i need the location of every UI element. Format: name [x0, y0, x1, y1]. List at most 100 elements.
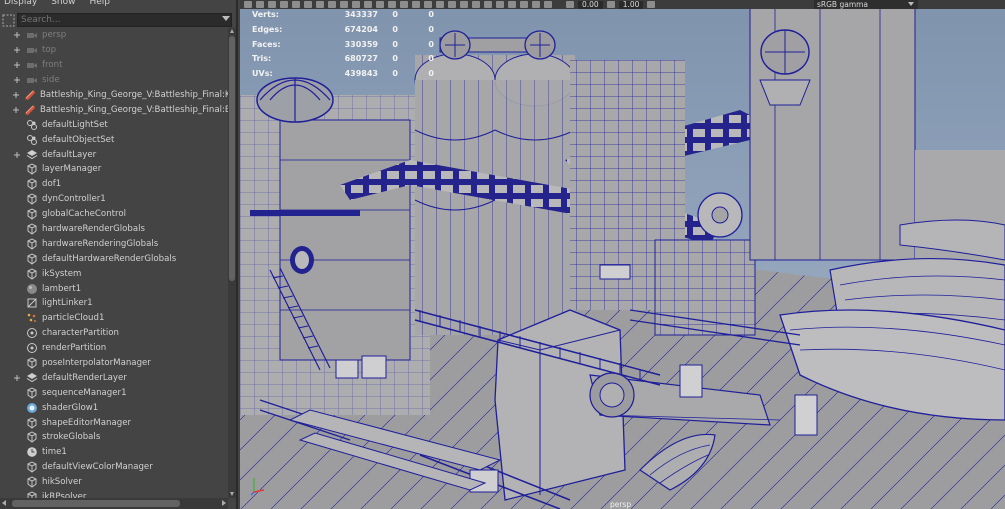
- outliner-item[interactable]: defaultRenderLayer: [0, 370, 228, 385]
- expand-plus-icon[interactable]: [12, 105, 20, 115]
- outliner-item[interactable]: defaultViewColorManager: [0, 460, 228, 475]
- xray-joints-icon[interactable]: [532, 1, 540, 8]
- outliner-item[interactable]: shapeEditorManager: [0, 415, 228, 430]
- scroll-right-arrow-icon[interactable]: [222, 500, 226, 506]
- xray-icon[interactable]: [520, 1, 528, 8]
- outliner-item[interactable]: characterPartition: [0, 326, 228, 341]
- outliner-item[interactable]: globalCacheControl: [0, 207, 228, 222]
- hud-stat-label: Edges:: [252, 24, 283, 34]
- outliner-item[interactable]: dynController1: [0, 192, 228, 207]
- safe-title-icon[interactable]: [376, 1, 384, 8]
- multisample-aa-icon[interactable]: [484, 1, 492, 8]
- safe-action-icon[interactable]: [364, 1, 372, 8]
- expand-plus-icon[interactable]: [12, 373, 22, 383]
- perspective-viewport[interactable]: 0.00 1.00 sRGB gamma Verts: 343337 0 0 Edges…: [240, 0, 1005, 509]
- depth-of-field-icon[interactable]: [496, 1, 504, 8]
- use-all-lights-icon[interactable]: [436, 1, 444, 8]
- scroll-up-arrow-icon[interactable]: [230, 29, 234, 33]
- grid-icon[interactable]: [304, 1, 312, 8]
- wireframe-on-shaded-icon[interactable]: [412, 1, 420, 8]
- outliner-item[interactable]: strokeGlobals: [0, 430, 228, 445]
- outliner-menu-bar: Display Show Help: [0, 0, 236, 9]
- outliner-item[interactable]: lambert1: [0, 281, 228, 296]
- exposure-field[interactable]: 0.00: [578, 0, 603, 9]
- outliner-item[interactable]: lightLinker1: [0, 296, 228, 311]
- outliner-item[interactable]: defaultLightSet: [0, 117, 228, 132]
- hud-stat-value: 0: [428, 54, 434, 64]
- search-options-arrow-icon[interactable]: [222, 16, 230, 21]
- menu-show[interactable]: Show: [51, 0, 75, 9]
- shadows-icon[interactable]: [448, 1, 456, 8]
- outliner-item[interactable]: Battleship_King_George_V:Battleship_Fina…: [0, 88, 236, 103]
- expand-plus-icon[interactable]: [12, 45, 22, 55]
- grease-pencil-icon[interactable]: [292, 1, 300, 8]
- outliner-item-label: Battleship_King_George_V:Battleship_Fina…: [40, 90, 238, 100]
- isolate-select-icon[interactable]: [508, 1, 516, 8]
- expand-plus-icon[interactable]: [12, 150, 22, 160]
- outliner-item[interactable]: particleCloud1: [0, 311, 228, 326]
- outliner-horizontal-scroll-thumb[interactable]: [12, 500, 180, 507]
- search-input[interactable]: [17, 13, 232, 27]
- outliner-item-label: particleCloud1: [42, 313, 105, 324]
- expand-plus-icon[interactable]: [12, 60, 22, 70]
- outliner-item[interactable]: defaultObjectSet: [0, 132, 228, 147]
- outliner-tree: persp top front side Battleship_King_George_…: [0, 28, 236, 505]
- search-icon[interactable]: [0, 12, 17, 28]
- menu-display[interactable]: Display: [4, 0, 37, 9]
- expand-plus-icon[interactable]: [12, 90, 20, 100]
- screen-space-ao-icon[interactable]: [460, 1, 468, 8]
- outliner-item[interactable]: hikSolver: [0, 475, 228, 490]
- outliner-horizontal-scrollbar[interactable]: [0, 498, 228, 509]
- outliner-item[interactable]: poseInterpolatorManager: [0, 356, 228, 371]
- xray-components-icon[interactable]: [544, 1, 552, 8]
- outliner-item[interactable]: top: [0, 43, 228, 58]
- color-space-dropdown[interactable]: sRGB gamma: [814, 0, 918, 9]
- outliner-item-label: defaultLightSet: [42, 119, 108, 130]
- outliner-item[interactable]: hardwareRenderGlobals: [0, 222, 228, 237]
- resolution-gate-icon[interactable]: [328, 1, 336, 8]
- 2d-pan-zoom-icon[interactable]: [280, 1, 288, 8]
- textured-icon[interactable]: [424, 1, 432, 8]
- outliner-item[interactable]: time1: [0, 445, 228, 460]
- expand-plus-icon[interactable]: [12, 75, 22, 85]
- node-icon: [26, 163, 38, 176]
- wireframe-icon[interactable]: [388, 1, 396, 8]
- motion-blur-icon[interactable]: [472, 1, 480, 8]
- outliner-item-label: poseInterpolatorManager: [42, 358, 151, 369]
- bookmark-icon[interactable]: [256, 1, 264, 8]
- gate-mask-icon[interactable]: [340, 1, 348, 8]
- smooth-shade-icon[interactable]: [400, 1, 408, 8]
- scroll-down-arrow-icon[interactable]: [230, 492, 234, 496]
- outliner-item[interactable]: defaultHardwareRenderGlobals: [0, 251, 228, 266]
- outliner-item-label: side: [42, 75, 60, 86]
- film-gate-icon[interactable]: [316, 1, 324, 8]
- camera-exposure-icon[interactable]: [566, 1, 574, 8]
- menu-help[interactable]: Help: [89, 0, 110, 9]
- expand-plus-icon[interactable]: [12, 30, 22, 40]
- outliner-item[interactable]: Battleship_King_George_V:Battleship_Fina…: [0, 102, 236, 117]
- outliner-item[interactable]: shaderGlow1: [0, 400, 228, 415]
- camera-attributes-icon[interactable]: [244, 1, 252, 8]
- outliner-item[interactable]: sequenceManager1: [0, 385, 228, 400]
- outliner-item[interactable]: renderPartition: [0, 341, 228, 356]
- outliner-item[interactable]: defaultLayer: [0, 147, 228, 162]
- hud-stat-value: 0: [428, 69, 434, 79]
- gamma-field[interactable]: 1.00: [618, 0, 644, 9]
- field-chart-icon[interactable]: [352, 1, 360, 8]
- chevron-down-icon[interactable]: [908, 2, 914, 6]
- layer-icon: [26, 372, 38, 384]
- outliner-vertical-scrollbar[interactable]: [228, 28, 236, 498]
- outliner-vertical-scroll-thumb[interactable]: [229, 36, 235, 281]
- image-plane-icon[interactable]: [268, 1, 276, 8]
- view-transform-icon[interactable]: [647, 1, 656, 8]
- scroll-left-arrow-icon[interactable]: [2, 500, 6, 506]
- search-row: [0, 12, 236, 28]
- outliner-item[interactable]: hardwareRenderingGlobals: [0, 236, 228, 251]
- outliner-item[interactable]: layerManager: [0, 162, 228, 177]
- outliner-item[interactable]: front: [0, 58, 228, 73]
- outliner-item[interactable]: side: [0, 73, 228, 88]
- outliner-item[interactable]: dof1: [0, 177, 228, 192]
- camera-gamma-icon[interactable]: [606, 1, 615, 8]
- outliner-item[interactable]: persp: [0, 28, 228, 43]
- outliner-item[interactable]: ikSystem: [0, 266, 228, 281]
